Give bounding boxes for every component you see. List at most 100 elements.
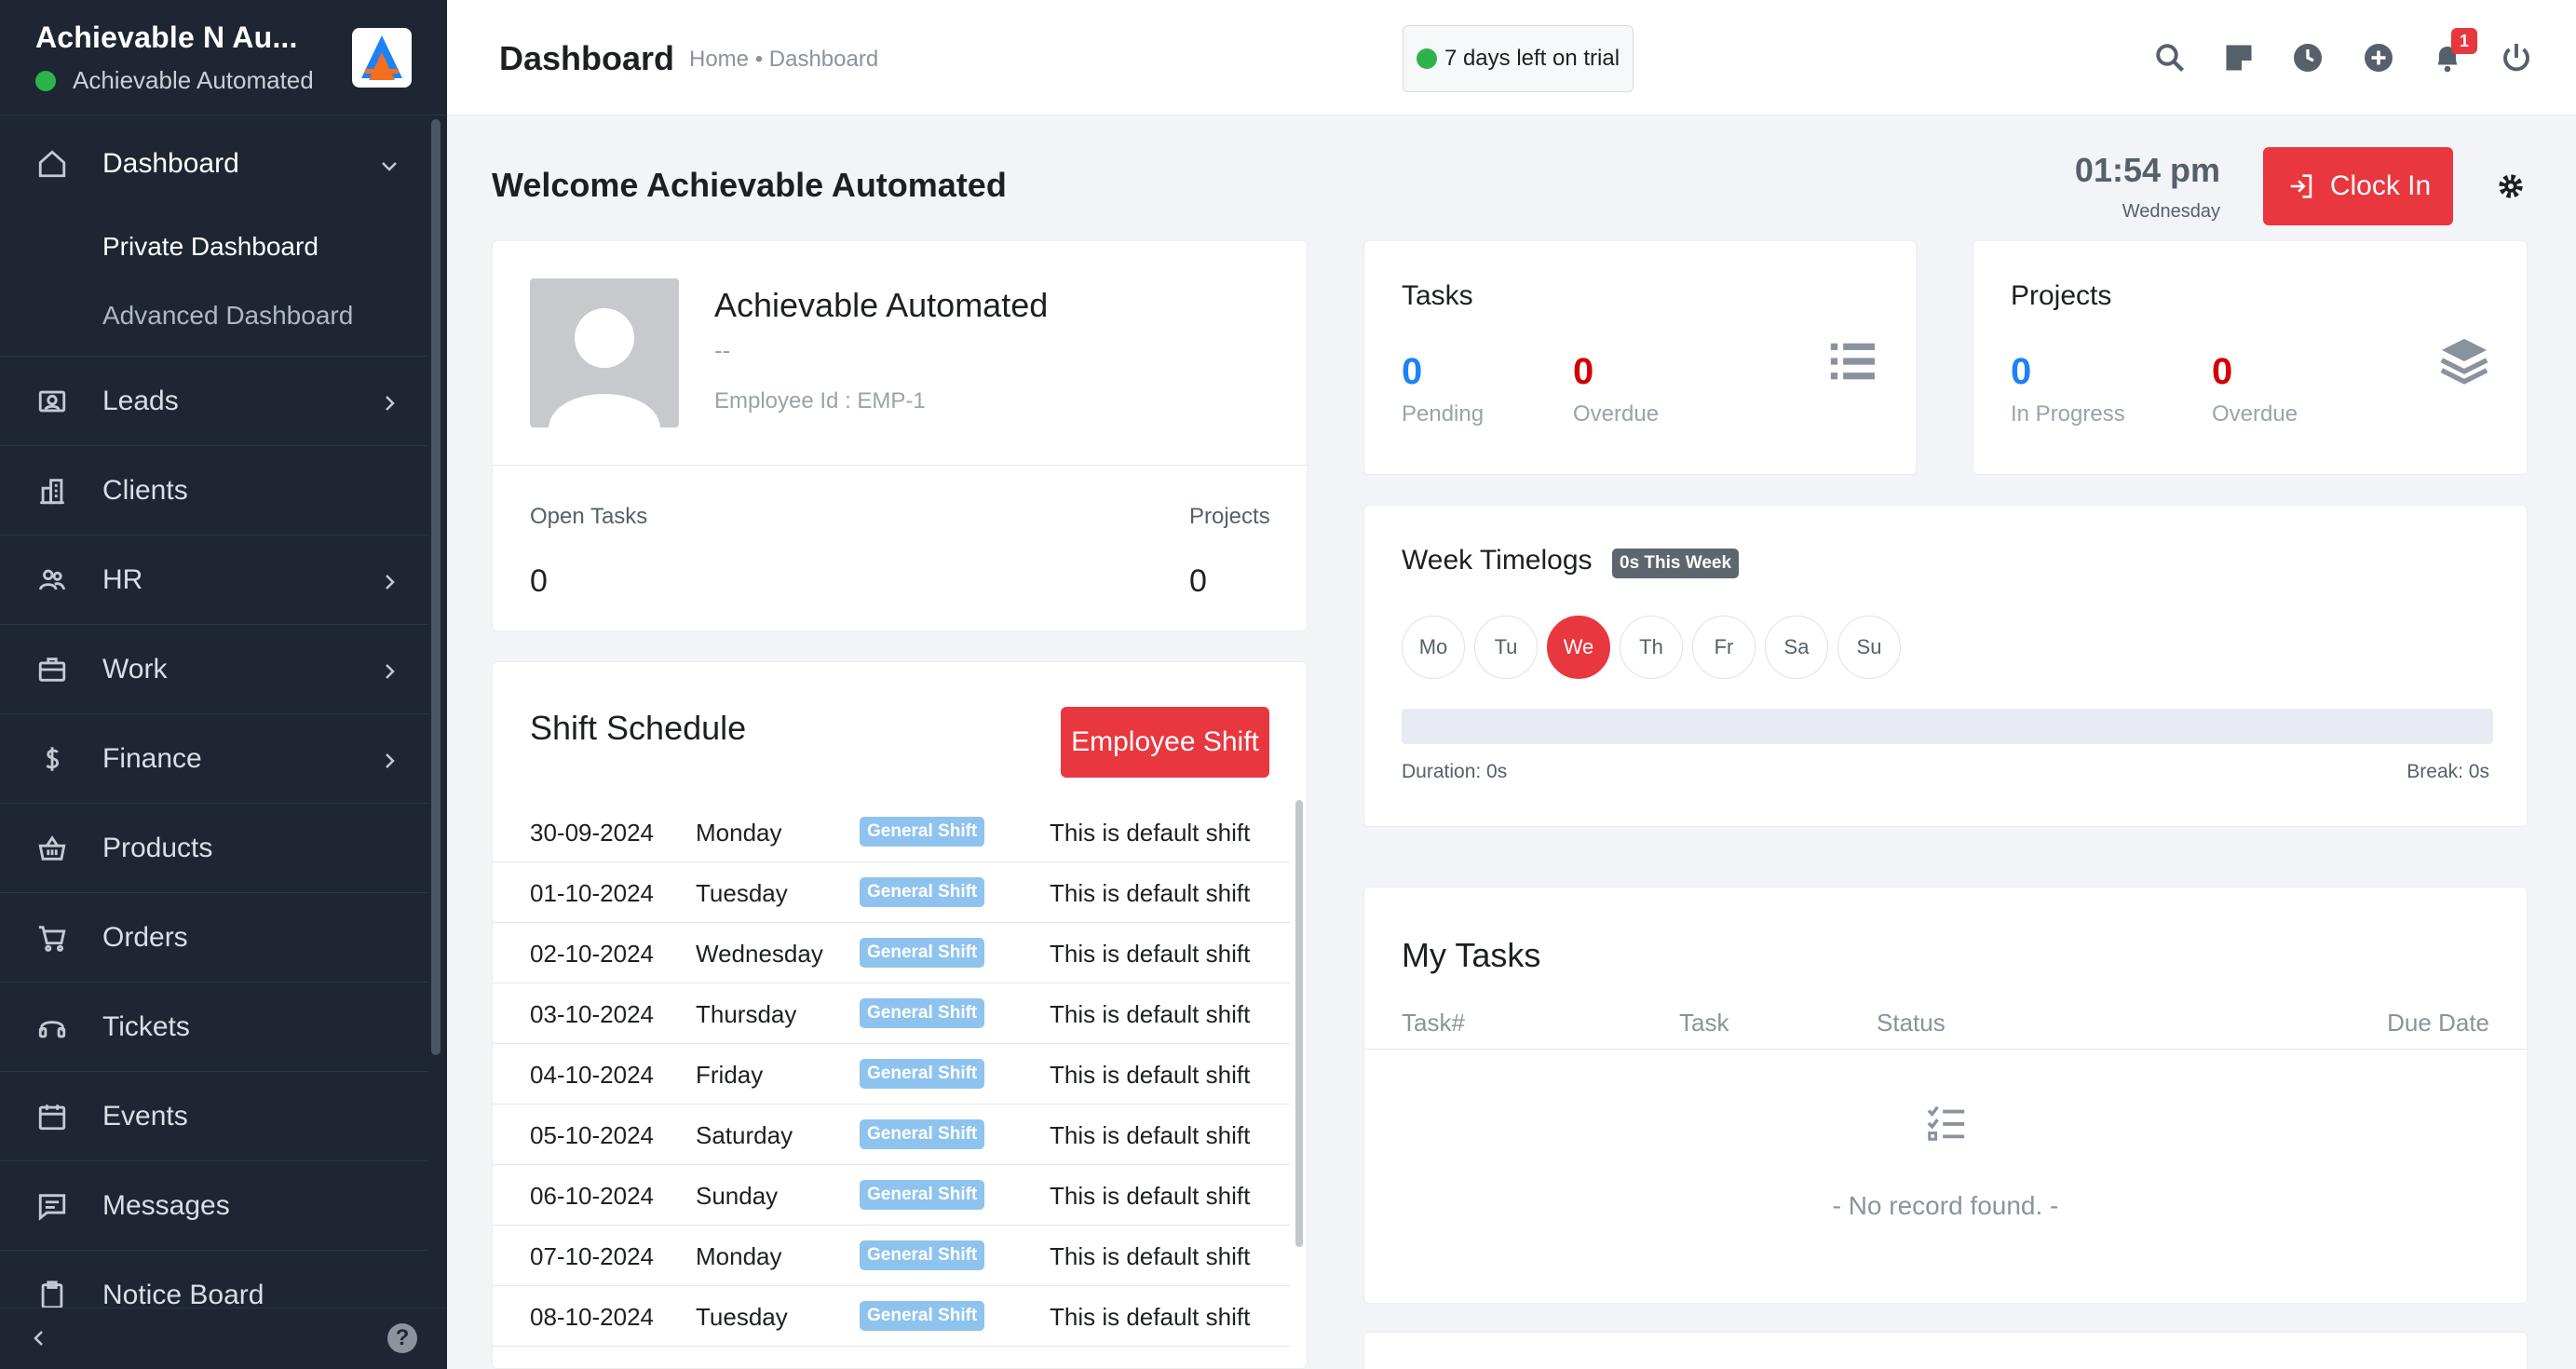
- people-icon: [35, 563, 69, 597]
- sidebar-item-finance[interactable]: Finance: [0, 714, 428, 804]
- table-row: 08-10-2024 Tuesday General Shift This is de…: [493, 1286, 1290, 1347]
- sidebar-item-label: Notice Board: [102, 1279, 264, 1310]
- profile-designation: --: [714, 336, 731, 364]
- projects-in-progress-value[interactable]: 0: [2011, 351, 2031, 393]
- sticky-note-icon[interactable]: [2222, 41, 2256, 75]
- current-time: 01:54 pm: [2074, 151, 2220, 189]
- week-timelogs-title: Week Timelogs: [1402, 545, 1593, 576]
- clock-icon[interactable]: [2291, 41, 2325, 75]
- tasks-overdue-value[interactable]: 0: [1573, 351, 1593, 393]
- sidebar-item-work[interactable]: Work: [0, 625, 428, 714]
- projects-overdue-value[interactable]: 0: [2212, 351, 2232, 393]
- sidebar-item-clients[interactable]: Clients: [0, 446, 428, 535]
- power-icon[interactable]: [2500, 41, 2533, 75]
- brand-header[interactable]: Achievable N Au... Achievable Automated: [0, 0, 447, 115]
- week-timelogs-card: Week Timelogs 0s This Week Mo Tu We Th F…: [1363, 505, 2528, 827]
- home-icon: [35, 147, 69, 181]
- breadcrumb[interactable]: Home • Dashboard: [689, 47, 878, 73]
- briefcase-icon: [35, 653, 69, 686]
- sidebar-subitem-advanced-dashboard[interactable]: Advanced Dashboard: [0, 281, 428, 350]
- shift-day: Saturday: [696, 1121, 793, 1149]
- sidebar-item-label: Events: [102, 1100, 188, 1132]
- profile-name[interactable]: Achievable Automated: [714, 286, 1048, 325]
- projects-overdue-label: Overdue: [2212, 401, 2298, 427]
- sidebar-item-label: Work: [102, 653, 168, 684]
- shift-badge: General Shift: [860, 1301, 985, 1331]
- column-header-due-date: Due Date: [2387, 1009, 2489, 1037]
- day-mo[interactable]: Mo: [1402, 616, 1465, 679]
- chevron-right-icon: [378, 390, 400, 413]
- sidebar-item-label: Messages: [102, 1189, 230, 1221]
- sidebar-item-dashboard[interactable]: Dashboard: [0, 115, 428, 212]
- avatar: [530, 278, 679, 427]
- day-fr[interactable]: Fr: [1692, 616, 1756, 679]
- shift-badge: General Shift: [860, 1180, 985, 1210]
- day-th[interactable]: Th: [1620, 616, 1683, 679]
- day-su[interactable]: Su: [1837, 616, 1901, 679]
- sidebar-item-hr[interactable]: HR: [0, 535, 428, 625]
- tasks-checklist-icon: [1925, 1102, 1968, 1145]
- table-row: 01-10-2024 Tuesday General Shift This is de…: [493, 862, 1290, 923]
- trial-indicator[interactable]: 7 days left on trial: [1403, 25, 1634, 92]
- sidebar-item-label: Orders: [102, 921, 188, 953]
- building-icon: [35, 474, 69, 508]
- day-tu[interactable]: Tu: [1474, 616, 1538, 679]
- trial-status-dot: [1416, 48, 1437, 69]
- my-tasks-header: Task# Task Status Due Date: [1364, 996, 2527, 1050]
- help-icon[interactable]: ?: [387, 1323, 417, 1353]
- shift-note: This is default shift: [1050, 1303, 1251, 1331]
- my-tasks-title: My Tasks: [1402, 936, 1541, 974]
- tasks-pending-value[interactable]: 0: [1402, 351, 1422, 393]
- projects-value[interactable]: 0: [1189, 563, 1207, 600]
- tasks-pending-label: Pending: [1402, 401, 1485, 427]
- column-header-task-number: Task#: [1402, 1009, 1465, 1037]
- clock-in-button[interactable]: Clock In: [2263, 147, 2453, 225]
- sidebar-nav: Dashboard Private Dashboard Advanced Das…: [0, 115, 428, 1340]
- shift-schedule-title: Shift Schedule: [530, 709, 747, 747]
- sidebar-item-orders[interactable]: Orders: [0, 893, 428, 983]
- day-we[interactable]: We: [1547, 616, 1610, 679]
- list-icon: [1826, 334, 1880, 388]
- projects-in-progress-label: In Progress: [2011, 401, 2125, 427]
- shift-badge: General Shift: [860, 1119, 985, 1149]
- cart-icon: [35, 921, 69, 955]
- search-icon[interactable]: [2153, 41, 2187, 75]
- layers-icon: [2437, 334, 2491, 388]
- divider: [493, 465, 1307, 466]
- day-sa[interactable]: Sa: [1765, 616, 1828, 679]
- shift-day: Thursday: [696, 1000, 797, 1028]
- table-row: 02-10-2024 Wednesday General Shift This is …: [493, 923, 1290, 983]
- shift-table-scrollbar[interactable]: [1295, 800, 1303, 1247]
- collapse-sidebar-icon[interactable]: [28, 1327, 50, 1354]
- sidebar-subitem-private-dashboard[interactable]: Private Dashboard: [0, 212, 428, 281]
- sidebar-item-messages[interactable]: Messages: [0, 1161, 428, 1251]
- chevron-right-icon: [378, 658, 400, 681]
- sidebar-item-products[interactable]: Products: [0, 804, 428, 893]
- table-row: 30-09-2024 Monday General Shift This is def…: [493, 802, 1290, 862]
- welcome-heading: Welcome Achievable Automated: [492, 166, 1007, 204]
- id-card-icon: [35, 385, 69, 418]
- shift-day: Monday: [696, 1242, 782, 1270]
- open-tasks-value[interactable]: 0: [530, 563, 548, 600]
- dashboard-submenu: Private Dashboard Advanced Dashboard: [0, 212, 428, 357]
- shift-date: 07-10-2024: [530, 1242, 654, 1270]
- sidebar-item-label: Clients: [102, 474, 188, 506]
- sidebar-item-leads[interactable]: Leads: [0, 357, 428, 446]
- sidebar-scrollbar[interactable]: [431, 119, 441, 1055]
- gear-icon[interactable]: [2496, 171, 2526, 201]
- table-row: 07-10-2024 Monday General Shift This is def…: [493, 1226, 1290, 1286]
- shift-note: This is default shift: [1050, 1000, 1251, 1028]
- column-header-task: Task: [1679, 1009, 1729, 1037]
- shift-badge: General Shift: [860, 938, 985, 968]
- sidebar-item-tickets[interactable]: Tickets: [0, 983, 428, 1072]
- timelog-progress-bar: [1402, 709, 2493, 744]
- shift-day: Monday: [696, 819, 782, 847]
- sidebar-item-label: Leads: [102, 385, 179, 416]
- shift-badge: General Shift: [860, 817, 985, 847]
- sidebar-item-label: Dashboard: [102, 148, 239, 179]
- plus-circle-icon[interactable]: [2362, 41, 2395, 75]
- employee-id: Employee Id : EMP-1: [714, 388, 926, 413]
- sidebar-item-events[interactable]: Events: [0, 1072, 428, 1161]
- employee-shift-button[interactable]: Employee Shift: [1061, 707, 1269, 778]
- table-row: 06-10-2024 Sunday General Shift This is def…: [493, 1165, 1290, 1226]
